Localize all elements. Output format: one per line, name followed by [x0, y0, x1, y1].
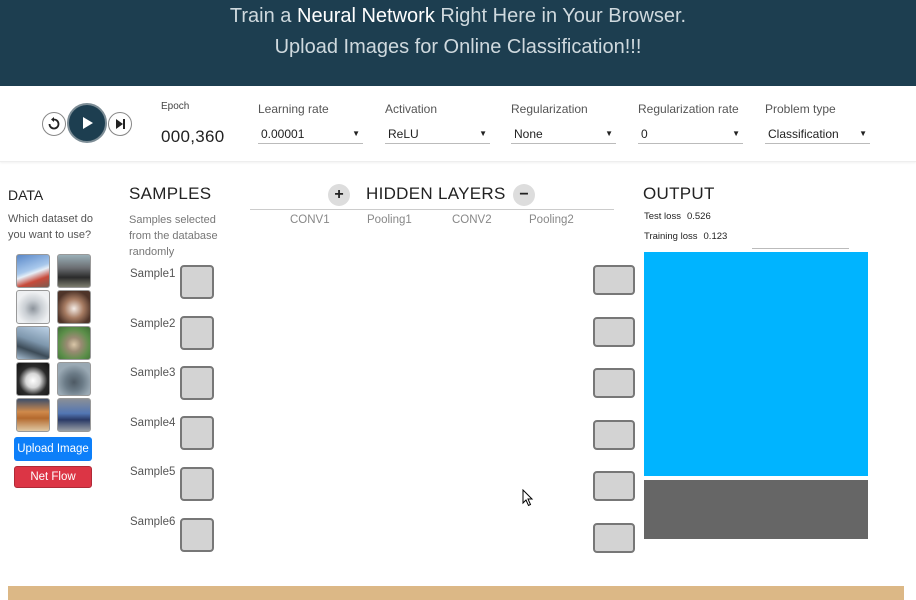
- test-loss: Test loss 0.526: [644, 211, 711, 222]
- layer-label-conv2: CONV2: [452, 214, 492, 226]
- sample-label: Sample3: [130, 367, 176, 379]
- layer-label-pooling2: Pooling2: [529, 214, 574, 226]
- regularization-rate-label: Regularization rate: [638, 102, 739, 116]
- dataset-thumb-cat[interactable]: [57, 290, 91, 324]
- epoch-counter: 000,360: [161, 127, 225, 146]
- activation-control: Activation ReLU ▼: [385, 102, 490, 144]
- test-loss-value: 0.526: [686, 211, 711, 222]
- training-loss: Training loss 0.123: [644, 231, 727, 242]
- learning-rate-select[interactable]: 0.00001 ▼: [258, 124, 363, 144]
- reset-icon: [48, 117, 60, 130]
- output-title: OUTPUT: [643, 184, 715, 203]
- add-layer-button[interactable]: +: [328, 184, 350, 206]
- sample-node[interactable]: [180, 518, 214, 552]
- activation-value: ReLU: [388, 126, 419, 141]
- problem-type-control: Problem type Classification ▼: [765, 102, 870, 144]
- dropdown-arrow-icon: ▼: [479, 129, 487, 138]
- sample-node[interactable]: [180, 265, 214, 299]
- layer-label-conv1: CONV1: [290, 214, 330, 226]
- play-icon: [83, 117, 93, 129]
- dataset-thumb-frog[interactable]: [57, 362, 91, 396]
- output-heatmap: [644, 252, 868, 476]
- learning-rate-control: Learning rate 0.00001 ▼: [258, 102, 363, 144]
- dataset-thumb-car[interactable]: [16, 398, 50, 432]
- page-header: Train a Neural Network Right Here in You…: [0, 0, 916, 86]
- learning-rate-label: Learning rate: [258, 102, 329, 116]
- header-text-bold: Neural Network: [297, 5, 435, 27]
- hidden-layers-divider: [250, 209, 614, 210]
- sample-label: Sample4: [130, 417, 176, 429]
- step-forward-button[interactable]: [108, 112, 132, 136]
- loss-chart-line: [752, 248, 849, 249]
- sample-label: Sample6: [130, 516, 176, 528]
- problem-type-label: Problem type: [765, 102, 836, 116]
- problem-type-select[interactable]: Classification ▼: [765, 124, 870, 144]
- regularization-control: Regularization None ▼: [511, 102, 616, 144]
- data-subtitle: Which dataset do you want to use?: [8, 213, 93, 241]
- dataset-thumb-bird[interactable]: [16, 326, 50, 360]
- regularization-label: Regularization: [511, 102, 588, 116]
- sample-label: Sample2: [130, 318, 176, 330]
- dropdown-arrow-icon: ▼: [605, 129, 613, 138]
- dataset-thumb-truck[interactable]: [16, 254, 50, 288]
- step-forward-icon: [116, 119, 125, 129]
- training-loss-label: Training loss: [644, 231, 698, 242]
- sample-node[interactable]: [180, 467, 214, 501]
- output-node[interactable]: [593, 368, 635, 398]
- sample-node[interactable]: [180, 416, 214, 450]
- play-button[interactable]: [67, 103, 107, 143]
- regularization-value: None: [514, 126, 543, 141]
- problem-type-value: Classification: [768, 126, 839, 141]
- output-node[interactable]: [593, 317, 635, 347]
- training-loss-value: 0.123: [703, 231, 728, 242]
- dataset-thumb-dog[interactable]: [16, 362, 50, 396]
- output-node[interactable]: [593, 471, 635, 501]
- layer-label-pooling1: Pooling1: [367, 214, 412, 226]
- header-text-pre: Train a: [229, 5, 292, 27]
- samples-subtitle: Samples selected from the database rando…: [129, 214, 218, 258]
- output-node[interactable]: [593, 420, 635, 450]
- remove-layer-button[interactable]: −: [513, 184, 535, 206]
- footer-bar: [8, 586, 904, 600]
- net-flow-button[interactable]: Net Flow: [14, 466, 92, 488]
- regularization-select[interactable]: None ▼: [511, 124, 616, 144]
- output-node[interactable]: [593, 265, 635, 295]
- sample-node[interactable]: [180, 316, 214, 350]
- activation-select[interactable]: ReLU ▼: [385, 124, 490, 144]
- dataset-thumb-airplane[interactable]: [16, 290, 50, 324]
- sample-node[interactable]: [180, 366, 214, 400]
- epoch-label: Epoch: [161, 101, 190, 112]
- dataset-thumb-deer[interactable]: [57, 326, 91, 360]
- dropdown-arrow-icon: ▼: [859, 129, 867, 138]
- regularization-rate-value: 0: [641, 126, 648, 141]
- controls-bar: Epoch 000,360 Learning rate 0.00001 ▼ Ac…: [0, 86, 916, 162]
- dataset-thumb-horse[interactable]: [57, 254, 91, 288]
- samples-title: SAMPLES: [129, 184, 212, 203]
- header-text-post: Right Here in Your Browser.: [440, 5, 687, 27]
- regularization-rate-select[interactable]: 0 ▼: [638, 124, 743, 144]
- dropdown-arrow-icon: ▼: [352, 129, 360, 138]
- output-legend-area: [644, 480, 868, 539]
- hidden-layers-title: HIDDEN LAYERS: [366, 184, 506, 203]
- header-line-1: Train a Neural Network Right Here in You…: [0, 1, 916, 32]
- dataset-thumb-automobile[interactable]: [57, 398, 91, 432]
- upload-image-button[interactable]: Upload Image: [14, 437, 92, 461]
- activation-label: Activation: [385, 102, 438, 116]
- learning-rate-value: 0.00001: [261, 126, 305, 141]
- dropdown-arrow-icon: ▼: [732, 129, 740, 138]
- test-loss-label: Test loss: [644, 211, 681, 222]
- data-title: DATA: [8, 187, 44, 203]
- regularization-rate-control: Regularization rate 0 ▼: [638, 102, 743, 144]
- output-node[interactable]: [593, 523, 635, 553]
- sample-label: Sample1: [130, 268, 176, 280]
- reset-button[interactable]: [42, 112, 66, 136]
- sample-label: Sample5: [130, 466, 176, 478]
- header-line-2: Upload Images for Online Classification!…: [274, 36, 642, 58]
- mouse-cursor-icon: [522, 489, 534, 507]
